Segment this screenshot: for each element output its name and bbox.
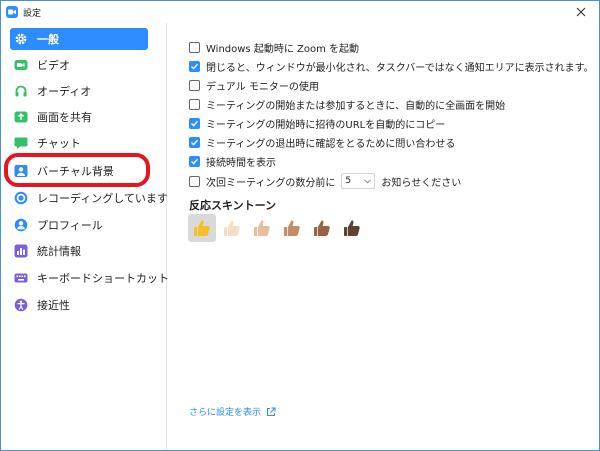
option-label: 閉じると、ウィンドウが最小化され、タスクバーではなく通知エリアに表示されます。 [206,62,594,74]
option-auto-fullscreen[interactable]: ミーティングの開始または参加するときに、自動的に全画面を開始 [189,96,505,112]
checkbox[interactable] [189,175,200,187]
thumbs-up-icon [344,220,360,236]
chevron-down-icon [364,178,372,184]
sidebar-item-label: バーチャル背景 [37,165,114,178]
sidebar-item-video[interactable]: ビデオ [10,54,148,76]
checkmark-icon [191,120,199,127]
share-screen-icon [14,110,28,124]
skin-tone-title: 反応スキントーン [189,199,277,212]
reminder-prefix: 次回ミーティングの数分前に [206,177,336,189]
zoom-app-icon [6,6,18,18]
thumbs-up-icon [284,220,300,236]
skin-tone-option[interactable] [248,214,276,242]
sidebar-item-audio[interactable]: オーディオ [10,80,148,102]
sidebar-item-chat[interactable]: チャット [10,132,148,154]
sidebar-item-label: チャット [37,137,81,150]
thumbs-up-icon [194,220,210,236]
checkbox[interactable] [189,60,200,72]
thumbs-up-icon [254,220,270,236]
reminder-suffix: お知らせください [381,177,462,189]
title-bar: 設定 [1,1,599,23]
option-start-on-boot[interactable]: Windows 起動時に Zoom を起動 [189,39,359,55]
sidebar-item-profile[interactable]: プロフィール [10,214,148,236]
checkmark-icon [191,158,199,165]
option-label: デュアル モニターの使用 [206,81,319,93]
gear-icon [14,32,28,46]
skin-tone-picker [188,214,368,242]
checkbox[interactable] [189,41,200,53]
checkbox[interactable] [189,136,200,148]
option-confirm-leave[interactable]: ミーティングの退出時に確認をとるために問い合わせる [189,134,455,150]
option-label: ミーティングの開始または参加するときに、自動的に全画面を開始 [206,100,506,112]
sidebar-item-share-screen[interactable]: 画面を共有 [10,106,148,128]
window-title: 設定 [23,8,42,19]
sidebar-item-label: 統計情報 [37,245,81,258]
more-settings-link[interactable]: さらに設定を表示 [189,405,276,418]
option-label: ミーティングの退出時に確認をとるために問い合わせる [206,138,456,150]
option-copy-invite-url[interactable]: ミーティングの開始時に招待のURLを自動的にコピー [189,115,445,131]
sidebar-item-label: ビデオ [37,59,70,72]
sidebar-item-keyboard-shortcuts[interactable]: キーボードショートカット [10,267,169,289]
option-dual-monitor[interactable]: デュアル モニターの使用 [189,77,319,93]
skin-tone-option[interactable] [188,214,216,242]
sidebar-item-label: 接近性 [37,299,70,312]
thumbs-up-icon [224,220,240,236]
option-label: ミーティングの開始時に招待のURLを自動的にコピー [206,119,446,131]
general-settings-panel: Windows 起動時に Zoom を起動 閉じると、ウィンドウが最小化され、タ… [167,23,599,450]
profile-icon [14,218,28,232]
accessibility-icon [14,298,28,312]
option-minimize-to-tray[interactable]: 閉じると、ウィンドウが最小化され、タスクバーではなく通知エリアに表示されます。 [189,58,594,74]
close-icon [576,7,586,17]
option-label: 接続時間を表示 [206,157,276,169]
checkbox[interactable] [189,117,200,129]
sidebar-item-recording[interactable]: レコーディングしています [10,187,168,209]
checkbox[interactable] [189,155,200,167]
external-link-icon [267,407,276,416]
skin-tone-option[interactable] [218,214,246,242]
sidebar-item-label: プロフィール [37,219,103,232]
sidebar-item-label: レコーディングしています [37,192,168,205]
keyboard-icon [14,271,28,285]
headphones-icon [14,84,28,98]
settings-window: 設定 一般 ビデオ オーディオ 画面を共有 チャット バーチャル背景 レコーディ… [0,0,600,451]
video-icon [14,58,28,72]
reminder-minutes-select[interactable]: 5 [341,173,376,189]
sidebar-item-label: キーボードショートカット [37,272,169,285]
skin-tone-option[interactable] [338,214,366,242]
option-label: Windows 起動時に Zoom を起動 [206,43,360,55]
checkbox[interactable] [189,98,200,110]
sidebar-item-virtual-background[interactable]: バーチャル背景 [10,160,148,182]
record-icon [14,191,28,205]
more-settings-label: さらに設定を表示 [189,408,262,418]
sidebar-item-label: 一般 [37,33,59,46]
thumbs-up-icon [314,220,330,236]
sidebar-item-accessibility[interactable]: 接近性 [10,294,148,316]
sidebar-item-label: オーディオ [37,85,92,98]
checkmark-icon [191,139,199,146]
close-button[interactable] [573,4,589,20]
option-show-connected-time[interactable]: 接続時間を表示 [189,153,276,169]
reminder-minutes-value: 5 [345,176,352,186]
checkmark-icon [191,63,199,70]
chat-icon [14,136,28,150]
skin-tone-option[interactable] [308,214,336,242]
settings-sidebar: 一般 ビデオ オーディオ 画面を共有 チャット バーチャル背景 レコーディングし… [1,23,169,450]
statistics-icon [14,244,28,258]
sidebar-item-general[interactable]: 一般 [10,28,148,50]
virtual-background-icon [14,164,28,178]
option-meeting-reminder[interactable]: 次回ミーティングの数分前に 5 お知らせください [189,173,461,189]
checkbox[interactable] [189,79,200,91]
skin-tone-option[interactable] [278,214,306,242]
sidebar-item-label: 画面を共有 [37,111,92,124]
sidebar-item-statistics[interactable]: 統計情報 [10,240,148,262]
